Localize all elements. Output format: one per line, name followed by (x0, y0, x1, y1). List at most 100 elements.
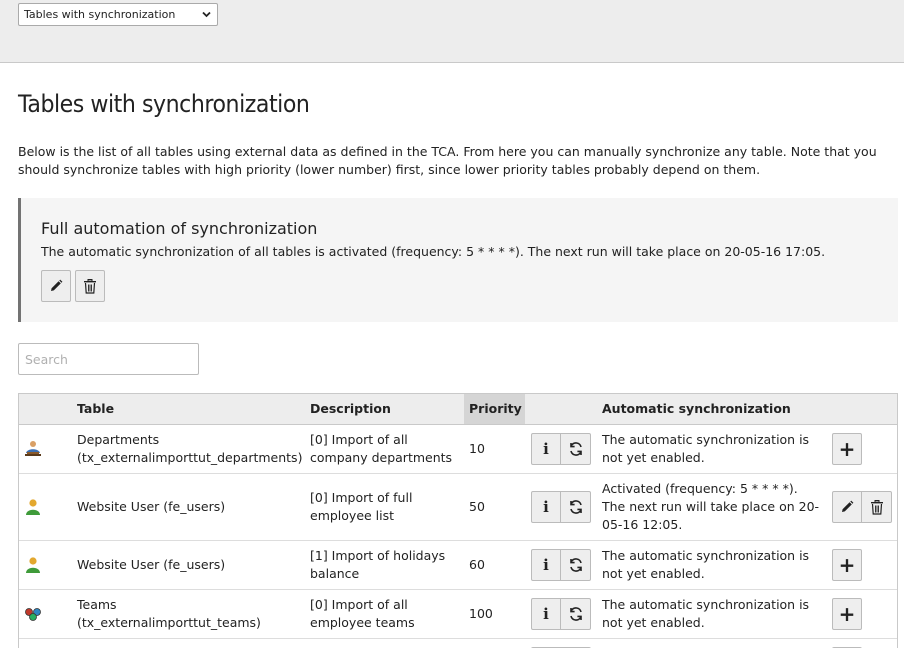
intro-text: Below is the list of all tables using ex… (18, 144, 877, 177)
priority-value: 10 (469, 441, 485, 456)
priority-value: 50 (469, 499, 485, 514)
automatic-sync-line: The automatic synchronization is (602, 432, 810, 447)
tables-grid: Table Description Priority Automatic syn… (18, 393, 898, 648)
description-cell: [0] Import of full employee list (310, 489, 460, 525)
table-row: Website User (fe_users) [1] Import of ho… (19, 541, 897, 590)
sync-icon (569, 558, 582, 572)
table-name: Website User (fe_users) (77, 557, 226, 572)
add-schedule-button[interactable]: + (832, 549, 862, 581)
automatic-sync-line: not yet enabled. (602, 615, 705, 630)
plus-icon: + (838, 553, 856, 577)
table-row: Departments (tx_externalimporttut_depart… (19, 425, 897, 474)
search-input[interactable] (18, 343, 199, 375)
description-cell: [0] Import of all company departments (310, 431, 460, 467)
description-line: [1] Import of holidays (310, 548, 446, 563)
info-icon: i (543, 440, 549, 458)
table-row: Website User (fe_users) [0] Import of fu… (19, 474, 897, 541)
description-line: balance (310, 566, 360, 581)
row-tools: i (531, 491, 591, 523)
automation-text: The automatic synchronization of all tab… (41, 244, 826, 259)
description-cell: [0] Import of all employee teams (310, 596, 460, 632)
edit-automation-button[interactable] (41, 270, 71, 302)
description-line: company departments (310, 450, 453, 465)
description-line: [0] Import of all (310, 597, 408, 612)
table-key: (tx_externalimporttut_teams) (77, 615, 261, 630)
info-button[interactable]: i (531, 433, 561, 465)
automatic-sync-line: 05-16 12:05. (602, 517, 683, 532)
column-header-priority[interactable]: Priority (464, 394, 525, 424)
sync-icon (569, 607, 582, 621)
description-line: [0] Import of full (310, 490, 413, 505)
row-tools: i (531, 598, 591, 630)
info-icon: i (543, 498, 549, 516)
table-name: Departments (77, 432, 160, 447)
delete-automation-button[interactable] (75, 270, 105, 302)
automation-callout: Full automation of synchronization The a… (18, 198, 898, 322)
column-header-description: Description (310, 401, 391, 416)
table-key: (tx_externalimporttut_departments) (77, 450, 303, 465)
row-actions (832, 491, 892, 523)
automatic-sync-line: Activated (frequency: 5 * * * *). (602, 481, 798, 496)
row-actions: + (832, 549, 862, 581)
page-title: Tables with synchronization (18, 90, 310, 118)
automatic-sync-line: The automatic synchronization is (602, 548, 810, 563)
automatic-sync-cell: The automatic synchronization is not yet… (602, 547, 827, 583)
info-icon: i (543, 556, 549, 574)
description-line: employee teams (310, 615, 415, 630)
user-icon (26, 557, 40, 573)
table-header: Table Description Priority Automatic syn… (19, 394, 897, 425)
column-header-automatic: Automatic synchronization (602, 401, 791, 416)
sync-button[interactable] (561, 598, 591, 630)
automatic-sync-line: The automatic synchronization is (602, 597, 810, 612)
table-name-cell: Departments (tx_externalimporttut_depart… (77, 431, 307, 467)
sync-button[interactable] (561, 491, 591, 523)
departments-icon (25, 441, 41, 456)
automatic-sync-cell: Activated (frequency: 5 * * * *). The ne… (602, 480, 827, 534)
function-select-value: Tables with synchronization (24, 8, 176, 21)
table-name-cell: Teams (tx_externalimporttut_teams) (77, 596, 307, 632)
table-name: Website User (fe_users) (77, 499, 226, 514)
automatic-sync-line: The next run will take place on 20- (602, 499, 820, 514)
info-icon: i (543, 605, 549, 623)
priority-value: 60 (469, 557, 485, 572)
module-header: Tables with synchronization (0, 0, 904, 63)
chevron-down-icon (202, 11, 211, 18)
row-tools: i (531, 549, 591, 581)
description-cell: [1] Import of holidays balance (310, 547, 460, 583)
teams-icon (25, 608, 41, 621)
sync-button[interactable] (561, 549, 591, 581)
info-button[interactable]: i (531, 491, 561, 523)
sync-button[interactable] (561, 433, 591, 465)
edit-schedule-button[interactable] (832, 491, 862, 523)
plus-icon: + (838, 602, 856, 626)
automatic-sync-cell: The automatic synchronization is not yet… (602, 431, 827, 467)
priority-value: 100 (469, 606, 493, 621)
automatic-sync-line: not yet enabled. (602, 566, 705, 581)
user-icon (26, 499, 40, 515)
automatic-sync-cell: The automatic synchronization is not yet… (602, 596, 827, 632)
plus-icon: + (838, 437, 856, 461)
table-name: Teams (77, 597, 117, 612)
delete-schedule-button[interactable] (862, 491, 892, 523)
trash-icon (870, 499, 883, 515)
column-header-table: Table (77, 401, 115, 416)
row-actions: + (832, 433, 862, 465)
row-tools: i (531, 433, 591, 465)
row-actions: + (832, 598, 862, 630)
description-line: [0] Import of all (310, 432, 408, 447)
pencil-icon (842, 500, 854, 512)
description-line: employee list (310, 508, 395, 523)
sync-icon (569, 442, 582, 456)
info-button[interactable]: i (531, 598, 561, 630)
table-row: Teams (tx_externalimporttut_teams) [0] I… (19, 590, 897, 639)
info-button[interactable]: i (531, 549, 561, 581)
automatic-sync-line: not yet enabled. (602, 450, 705, 465)
table-row (19, 639, 897, 648)
pencil-icon (51, 279, 63, 291)
sync-icon (569, 500, 582, 514)
trash-icon (84, 278, 96, 294)
automation-title: Full automation of synchronization (41, 219, 318, 238)
add-schedule-button[interactable]: + (832, 598, 862, 630)
function-select[interactable]: Tables with synchronization (18, 3, 218, 26)
add-schedule-button[interactable]: + (832, 433, 862, 465)
